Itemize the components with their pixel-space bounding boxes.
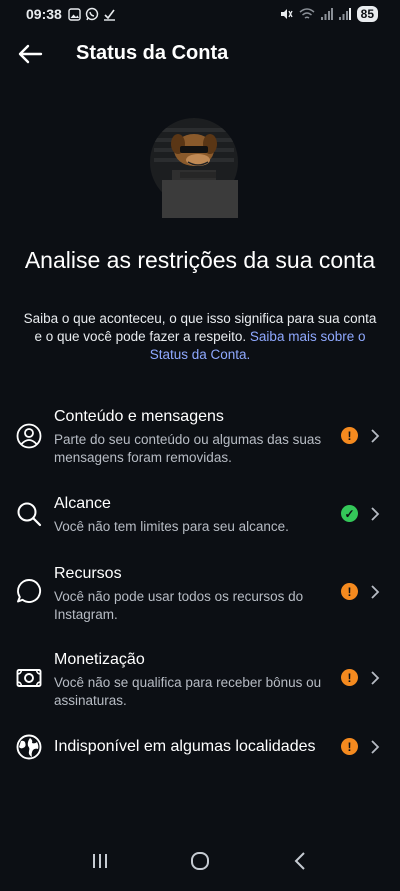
- status-bar-left: 09:38: [26, 6, 116, 22]
- home-button[interactable]: [180, 841, 220, 881]
- avatar: [150, 118, 250, 218]
- item-title: Recursos: [54, 565, 122, 582]
- list-item-reach[interactable]: Alcance Você não tem limites para seu al…: [0, 488, 400, 540]
- clock: 09:38: [26, 6, 62, 22]
- item-title: Alcance: [54, 495, 111, 512]
- list-item-content-messages[interactable]: Conteúdo e mensagens Parte do seu conteú…: [0, 400, 400, 472]
- item-description: Parte do seu conteúdo ou algumas das sua…: [54, 432, 322, 465]
- chevron-right-icon: [368, 504, 382, 524]
- item-description: Você não se qualifica para receber bônus…: [54, 675, 322, 708]
- item-title: Indisponível em algumas localidades: [54, 738, 316, 755]
- money-icon: [16, 665, 42, 691]
- back-button[interactable]: [14, 38, 46, 70]
- warning-icon: !: [341, 669, 358, 686]
- chat-bubble-icon: [16, 578, 42, 604]
- item-description: Você não pode usar todos os recursos do …: [54, 589, 304, 622]
- recent-apps-button[interactable]: [80, 841, 120, 881]
- back-nav-icon: [294, 852, 305, 870]
- chevron-right-icon: [368, 426, 382, 446]
- status-bar: 09:38 85: [0, 0, 400, 28]
- chevron-right-icon: [368, 582, 382, 602]
- warning-icon: !: [341, 738, 358, 755]
- home-icon: [191, 852, 209, 870]
- image-icon: [68, 7, 81, 21]
- battery-level: 85: [356, 6, 378, 22]
- warning-icon: !: [341, 583, 358, 600]
- subtext: Saiba o que aconteceu, o que isso signif…: [22, 310, 378, 364]
- download-check-icon: [103, 9, 115, 21]
- search-icon: [16, 501, 42, 527]
- item-title: Conteúdo e mensagens: [54, 408, 224, 425]
- list-item-unavailable-locations[interactable]: Indisponível em algumas localidades !: [0, 728, 400, 768]
- item-title: Monetização: [54, 651, 145, 668]
- whatsapp-icon: [85, 7, 99, 21]
- recent-apps-icon: [93, 854, 107, 868]
- warning-icon: !: [341, 427, 358, 444]
- item-description: Você não tem limites para seu alcance.: [54, 519, 289, 534]
- user-circle-icon: [16, 423, 42, 449]
- chevron-right-icon: [368, 668, 382, 688]
- signal-icon: [338, 8, 351, 20]
- status-bar-right: 85: [279, 6, 378, 22]
- list-item-monetization[interactable]: Monetização Você não se qualifica para r…: [0, 644, 400, 714]
- arrow-left-icon: [18, 44, 43, 64]
- back-nav-button[interactable]: [280, 841, 320, 881]
- globe-icon: [16, 734, 42, 760]
- notification-icons: [68, 7, 116, 21]
- wifi-icon: [299, 7, 315, 19]
- page-title: Status da Conta: [76, 42, 229, 64]
- profile-picture: [150, 118, 238, 218]
- chevron-right-icon: [368, 737, 382, 757]
- system-nav-bar: [0, 831, 400, 891]
- mute-icon: [280, 9, 293, 19]
- check-circle-icon: ✓: [341, 505, 358, 522]
- header: Status da Conta: [0, 30, 400, 78]
- list-item-features[interactable]: Recursos Você não pode usar todos os rec…: [0, 558, 400, 628]
- headline: Analise as restrições da sua conta: [24, 247, 376, 273]
- signal-icon: [320, 8, 333, 20]
